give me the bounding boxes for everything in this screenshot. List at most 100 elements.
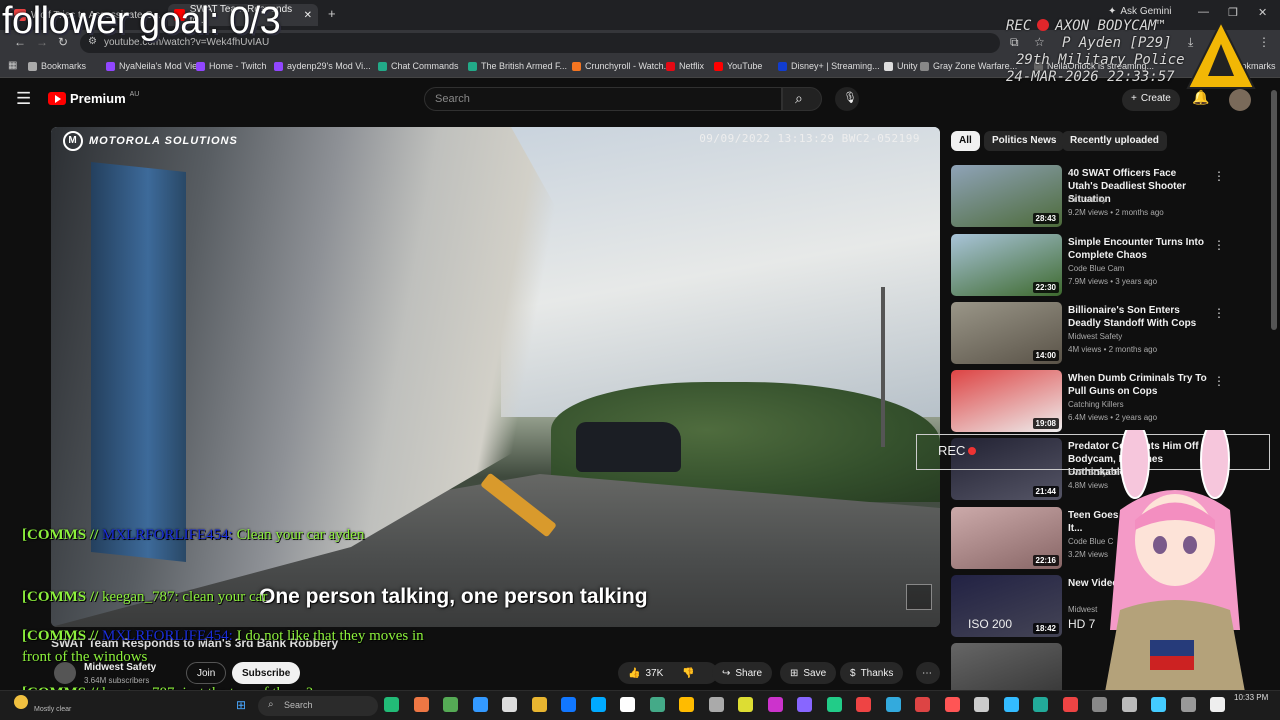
bookmark-item[interactable]: aydenp29's Mod Vi... <box>274 61 371 71</box>
video-title[interactable]: Billionaire's Son Enters Deadly Standoff… <box>1068 304 1208 330</box>
video-thumbnail[interactable]: 22:30 <box>951 234 1062 296</box>
recommended-video[interactable]: 28:43 40 SWAT Officers Face Utah's Deadli… <box>951 165 1225 229</box>
taskbar-app-icon[interactable] <box>1151 697 1166 712</box>
video-title[interactable]: Simple Encounter Turns Into Complete Cha… <box>1068 236 1208 262</box>
tab-close-icon[interactable]: ✕ <box>304 10 312 21</box>
video-thumbnail[interactable]: 14:00 <box>951 302 1062 364</box>
taskbar-app-icon[interactable] <box>443 697 458 712</box>
taskbar-app-icon[interactable] <box>384 697 399 712</box>
bookmark-favicon-icon <box>572 61 581 71</box>
taskbar-app-icon[interactable] <box>1210 697 1225 712</box>
video-thumbnail[interactable]: 19:08 <box>951 370 1062 432</box>
recommended-video[interactable]: 22:30 Simple Encounter Turns Into Complet… <box>951 234 1225 298</box>
taskbar-app-icon[interactable] <box>590 697 606 712</box>
new-tab-icon[interactable]: + <box>328 6 336 21</box>
taskbar-app-icon[interactable] <box>1062 697 1078 712</box>
more-actions-button[interactable]: ⋯ <box>916 662 940 684</box>
video-meta: 9.2M views • 2 months ago <box>1068 208 1164 217</box>
video-thumbnail[interactable]: 28:43 <box>951 165 1062 227</box>
recommended-video[interactable]: 19:08 When Dumb Criminals Try To Pull Gun… <box>951 370 1225 434</box>
taskbar-app-icon[interactable] <box>1092 697 1107 712</box>
chip-politics-news[interactable]: Politics News <box>984 131 1065 151</box>
taskbar-app-icon[interactable] <box>1180 697 1196 712</box>
bookmark-item[interactable]: Gray Zone Warfare... <box>920 61 1017 71</box>
close-window-icon[interactable]: ✕ <box>1258 6 1267 19</box>
weather-icon[interactable] <box>14 695 28 709</box>
bookmark-item[interactable]: The British Armed F... <box>468 61 567 71</box>
more-options-icon[interactable]: ⋮ <box>1213 238 1225 252</box>
video-player[interactable]: M MOTOROLA SOLUTIONS 09/09/2022 13:13:29… <box>51 127 940 627</box>
taskbar-app-icon[interactable] <box>826 697 842 712</box>
video-light-pole <box>881 287 885 447</box>
bookmark-item[interactable]: Unity <box>884 61 918 71</box>
video-duration: 21:44 <box>1032 486 1059 497</box>
taskbar-app-icon[interactable] <box>620 697 635 712</box>
youtube-logo[interactable]: Premium AU <box>48 91 139 106</box>
search-button[interactable]: ⌕ <box>782 87 822 111</box>
taskbar-app-icon[interactable] <box>679 697 694 712</box>
taskbar-app-icon[interactable] <box>1033 697 1048 712</box>
create-button[interactable]: + Create <box>1122 89 1180 111</box>
taskbar-app-icon[interactable] <box>944 697 960 712</box>
video-channel[interactable]: Catching Killers <box>1068 400 1124 409</box>
channel-watermark-icon[interactable] <box>906 584 932 610</box>
bookmark-item[interactable]: Home - Twitch <box>196 61 266 71</box>
bookmark-item[interactable]: Netflix <box>666 61 704 71</box>
video-title[interactable]: When Dumb Criminals Try To Pull Guns on … <box>1068 372 1208 398</box>
video-channel[interactable]: Midwest Safety <box>1068 332 1122 341</box>
video-thumbnail[interactable]: 22:16 <box>951 507 1062 569</box>
bookmark-item[interactable]: Bookmarks <box>28 61 86 71</box>
video-channel[interactable]: Dr Insanity <box>1068 195 1106 204</box>
taskbar-app-icon[interactable] <box>531 697 547 712</box>
taskbar-app-icon[interactable] <box>885 697 901 712</box>
video-meta: 4M views • 2 months ago <box>1068 345 1158 354</box>
taskbar-app-icon[interactable] <box>1003 697 1019 712</box>
page-scrollbar[interactable] <box>1271 90 1277 330</box>
taskbar-app-icon[interactable] <box>561 697 576 712</box>
bookmark-favicon-icon <box>714 61 723 71</box>
video-duration: 22:30 <box>1032 282 1059 293</box>
apps-grid-icon[interactable]: ▦ <box>8 60 17 71</box>
taskbar-app-icon[interactable] <box>856 697 871 712</box>
windows-start-icon[interactable]: ⊞ <box>236 698 246 712</box>
taskbar-app-icon[interactable] <box>738 697 753 712</box>
taskbar-app-icon[interactable] <box>502 697 517 712</box>
minimize-icon[interactable]: — <box>1198 6 1209 18</box>
thanks-button[interactable]: $ Thanks <box>840 662 904 684</box>
hamburger-menu-icon[interactable]: ☰ <box>16 89 31 109</box>
save-button[interactable]: ⊞ Save <box>780 662 837 684</box>
chip-recently-uploaded[interactable]: Recently uploaded <box>1062 131 1167 151</box>
taskbar-search[interactable]: ⌕ Search <box>258 696 378 716</box>
bookmark-item[interactable]: Disney+ | Streaming... <box>778 61 880 71</box>
bookmark-item[interactable]: YouTube <box>714 61 762 71</box>
chip-all[interactable]: All <box>951 131 980 151</box>
taskbar-app-icon[interactable] <box>472 697 488 712</box>
video-channel[interactable]: Code Blue Cam <box>1068 264 1124 273</box>
taskbar-app-icon[interactable] <box>708 697 724 712</box>
thumbs-up-icon[interactable]: 👍 <box>628 668 640 679</box>
bookmark-item[interactable]: Chat Commands <box>378 61 459 71</box>
taskbar-app-icon[interactable] <box>915 697 930 712</box>
taskbar-app-icon[interactable] <box>413 697 429 712</box>
menu-dots-icon[interactable]: ⋮ <box>1258 35 1270 49</box>
taskbar-app-icon[interactable] <box>767 697 783 712</box>
windows-taskbar: Mostly clear ⊞ ⌕ Search 10:33 PM <box>0 690 1280 720</box>
bookmark-item[interactable]: NyaNeila's Mod Vie... <box>106 61 205 71</box>
bookmark-item[interactable]: Crunchyroll - Watch... <box>572 61 671 71</box>
taskbar-app-icon[interactable] <box>974 697 989 712</box>
recommended-video[interactable]: 14:00 Billionaire's Son Enters Deadly Sta… <box>951 302 1225 366</box>
search-input[interactable]: Search <box>424 87 782 111</box>
voice-search-button[interactable]: 🎙 <box>835 87 859 111</box>
more-options-icon[interactable]: ⋮ <box>1213 306 1225 320</box>
more-options-icon[interactable]: ⋮ <box>1213 169 1225 183</box>
taskbar-app-icon[interactable] <box>649 697 665 712</box>
taskbar-app-icon[interactable] <box>1121 697 1137 712</box>
share-button[interactable]: ↪ Share <box>712 662 773 684</box>
bookmark-favicon-icon <box>196 61 205 71</box>
more-options-icon[interactable]: ⋮ <box>1213 374 1225 388</box>
thumbs-down-icon[interactable]: 👎 <box>682 668 694 679</box>
ask-gemini-button[interactable]: ✦ Ask Gemini <box>1108 6 1172 17</box>
taskbar-app-icon[interactable] <box>797 697 812 712</box>
video-suv <box>576 422 681 472</box>
like-count[interactable]: 37K <box>645 668 663 679</box>
